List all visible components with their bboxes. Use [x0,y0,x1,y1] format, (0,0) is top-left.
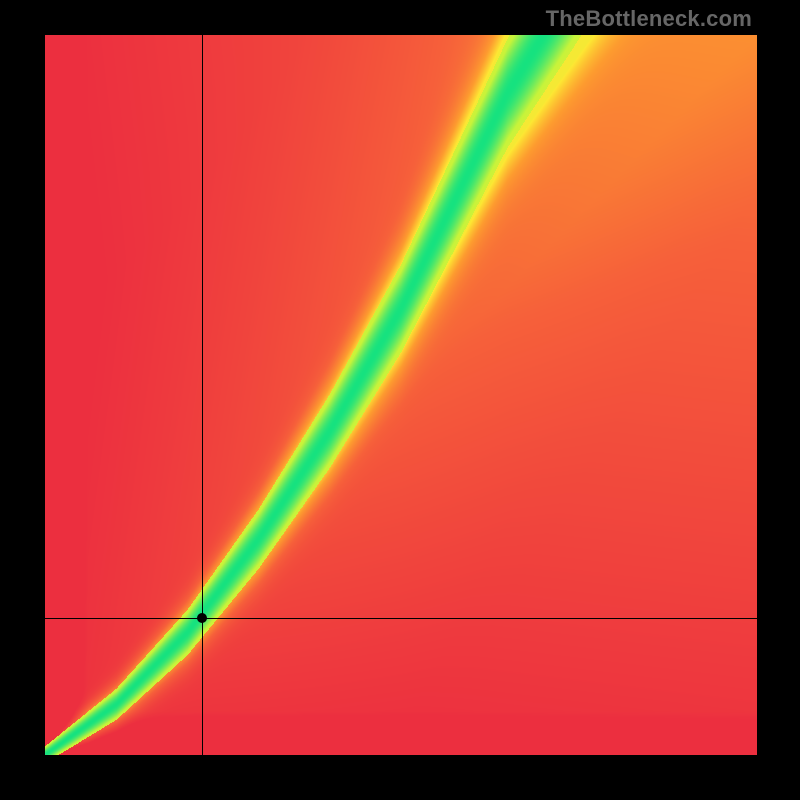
heatmap-plot [45,35,757,755]
heatmap-canvas [45,35,757,755]
chart-container: TheBottleneck.com [0,0,800,800]
watermark-text: TheBottleneck.com [546,6,752,32]
crosshair-vertical [202,35,203,755]
marker-dot [197,613,207,623]
crosshair-horizontal [45,618,757,619]
